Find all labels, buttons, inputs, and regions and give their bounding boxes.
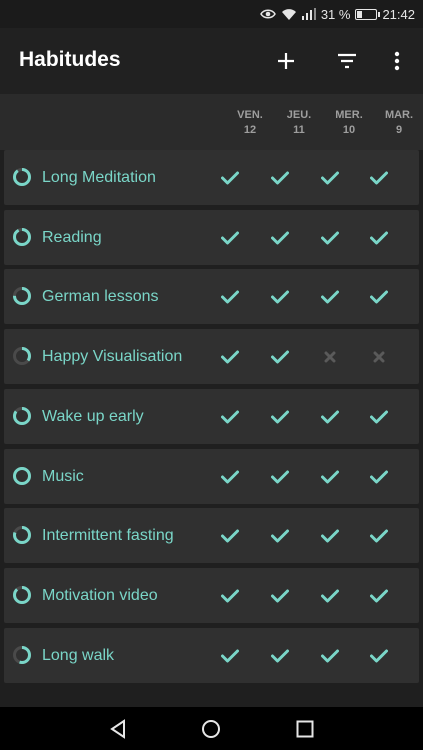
check-icon[interactable] xyxy=(268,166,292,190)
day-header: VEN. 12 JEU. 11 MER. 10 MAR. 9 xyxy=(0,94,423,150)
habit-row[interactable]: Happy Visualisation xyxy=(4,329,419,385)
check-icon[interactable] xyxy=(318,285,342,309)
habit-row[interactable]: Music xyxy=(4,448,419,504)
habit-row[interactable]: Intermittent fasting xyxy=(4,508,419,564)
check-icon[interactable] xyxy=(218,644,242,668)
check-icon[interactable] xyxy=(218,226,242,250)
check-icon[interactable] xyxy=(218,465,242,489)
habit-name: Long Meditation xyxy=(42,169,156,186)
check-icon[interactable] xyxy=(367,226,391,250)
check-icon[interactable] xyxy=(268,345,292,369)
check-icon[interactable] xyxy=(367,584,391,608)
habit-score-ring-icon xyxy=(13,466,31,485)
check-icon[interactable] xyxy=(318,524,342,548)
recents-icon[interactable] xyxy=(293,717,317,741)
habit-row[interactable]: Motivation video xyxy=(4,567,419,623)
check-icon[interactable] xyxy=(367,524,391,548)
check-icon[interactable] xyxy=(318,644,342,668)
add-icon[interactable] xyxy=(271,46,301,76)
check-icon[interactable] xyxy=(367,166,391,190)
habit-name: German lessons xyxy=(42,288,159,306)
habit-row[interactable]: Reading xyxy=(4,209,419,265)
check-icon[interactable] xyxy=(367,285,391,309)
habit-score-ring-icon xyxy=(13,406,31,425)
check-icon[interactable] xyxy=(268,465,292,489)
wifi-icon xyxy=(281,8,297,21)
habit-score-ring-icon xyxy=(13,168,31,186)
check-icon[interactable] xyxy=(367,644,391,668)
filter-icon[interactable] xyxy=(332,46,362,76)
habit-score-ring-icon xyxy=(13,585,31,604)
habit-score-ring-icon xyxy=(13,645,31,664)
battery-icon xyxy=(355,8,381,20)
habit-name: Motivation video xyxy=(42,586,158,604)
check-icon[interactable] xyxy=(218,405,242,429)
signal-icon xyxy=(301,8,316,20)
status-bar: 31 % 21:42 xyxy=(0,0,423,28)
back-icon[interactable] xyxy=(106,717,130,741)
habit-name: Reading xyxy=(42,228,102,246)
page-title: Habitudes xyxy=(19,48,121,71)
day-column-2: MER. 10 xyxy=(335,109,363,136)
habit-name: Wake up early xyxy=(42,407,144,425)
habit-row[interactable]: Long Meditation xyxy=(4,150,419,205)
check-icon[interactable] xyxy=(367,465,391,489)
check-icon[interactable] xyxy=(268,584,292,608)
clock: 21:42 xyxy=(382,6,415,22)
day-column-3: MAR. 9 xyxy=(384,109,414,136)
navigation-bar xyxy=(0,707,423,750)
battery-percent: 31 % xyxy=(320,6,351,22)
check-icon[interactable] xyxy=(268,524,292,548)
habit-score-ring-icon xyxy=(13,526,31,545)
check-icon[interactable] xyxy=(218,584,242,608)
check-icon[interactable] xyxy=(218,524,242,548)
cross-icon[interactable] xyxy=(367,345,391,369)
home-icon[interactable] xyxy=(199,717,223,741)
check-icon[interactable] xyxy=(318,584,342,608)
habit-row[interactable]: Long walk xyxy=(4,627,419,683)
day-column-1: JEU. 11 xyxy=(286,109,312,136)
habit-name: Intermittent fasting xyxy=(42,527,174,545)
check-icon[interactable] xyxy=(367,405,391,429)
app-bar: Habitudes xyxy=(0,28,423,94)
more-vert-icon[interactable] xyxy=(382,46,412,76)
habit-row[interactable]: Wake up early xyxy=(4,388,419,444)
check-icon[interactable] xyxy=(218,166,242,190)
check-icon[interactable] xyxy=(318,405,342,429)
habit-score-ring-icon xyxy=(13,227,31,246)
check-icon[interactable] xyxy=(318,465,342,489)
check-icon[interactable] xyxy=(268,285,292,309)
habit-name: Music xyxy=(42,467,84,485)
check-icon[interactable] xyxy=(218,345,242,369)
habit-row[interactable]: German lessons xyxy=(4,269,419,325)
habit-score-ring-icon xyxy=(13,287,31,306)
day-column-0: VEN. 12 xyxy=(237,109,263,136)
check-icon[interactable] xyxy=(268,405,292,429)
check-icon[interactable] xyxy=(318,166,342,190)
habit-name: Long walk xyxy=(42,646,115,664)
eye-icon xyxy=(259,8,276,20)
check-icon[interactable] xyxy=(318,226,342,250)
check-icon[interactable] xyxy=(218,285,242,309)
check-icon[interactable] xyxy=(268,226,292,250)
cross-icon[interactable] xyxy=(318,345,342,369)
status-icons: 31 % 21:42 xyxy=(259,0,415,28)
habit-name: Happy Visualisation xyxy=(42,348,183,366)
habit-score-ring-icon xyxy=(13,347,31,366)
check-icon[interactable] xyxy=(268,644,292,668)
